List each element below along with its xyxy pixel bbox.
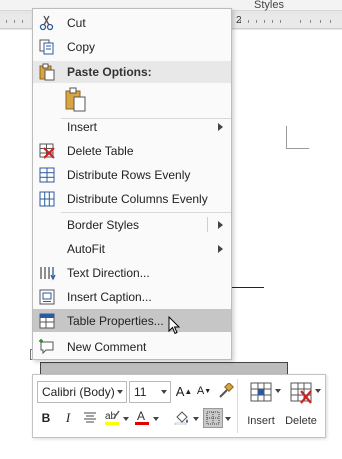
menu-item-label: Delete Table — [67, 144, 134, 158]
text-direction-icon — [38, 264, 56, 282]
menu-item-label: Cut — [67, 16, 86, 30]
submenu-arrow-icon — [218, 123, 223, 131]
menu-item-table-properties[interactable]: Table Properties... — [33, 309, 231, 332]
toolbar-separator — [237, 379, 238, 433]
distribute-columns-icon — [38, 190, 56, 208]
bold-button[interactable]: B — [37, 409, 55, 427]
menu-item-label: Insert — [67, 120, 98, 134]
delete-button[interactable]: Delete — [281, 377, 321, 435]
menu-item-insert-caption[interactable]: Insert Caption... — [33, 285, 231, 308]
paste-options-header: Paste Options: — [33, 61, 231, 83]
format-painter-icon[interactable] — [217, 382, 235, 400]
context-menu: Cut Copy Paste Options: Insert Delete Ta… — [32, 8, 232, 360]
shading-icon[interactable] — [173, 408, 191, 426]
menu-item-label: Table Properties... — [67, 314, 164, 328]
menu-item-label: Distribute Columns Evenly — [67, 192, 208, 206]
chevron-down-icon — [117, 390, 123, 394]
font-size-combo[interactable]: 11 — [129, 381, 171, 403]
paste-keep-formatting-icon[interactable] — [65, 87, 87, 113]
chevron-down-icon[interactable] — [193, 417, 199, 421]
document-line — [232, 287, 264, 288]
chevron-down-icon — [315, 389, 321, 393]
copy-icon — [38, 38, 56, 56]
chevron-down-icon — [161, 390, 167, 394]
menu-item-label: Border Styles — [67, 218, 140, 232]
new-comment-icon — [38, 338, 56, 356]
menu-item-distribute-rows[interactable]: Distribute Rows Evenly — [33, 163, 231, 186]
ruler-number: 2 — [236, 15, 242, 26]
insert-caption-icon — [38, 288, 56, 306]
delete-table-icon — [289, 381, 315, 405]
scissors-icon — [38, 14, 56, 32]
chevron-down-icon[interactable] — [153, 417, 159, 421]
menu-item-delete-table[interactable]: Delete Table — [33, 139, 231, 162]
italic-button[interactable]: I — [59, 409, 77, 427]
menu-item-label: Distribute Rows Evenly — [67, 168, 191, 182]
menu-item-new-comment[interactable]: New Comment — [33, 335, 231, 358]
insert-button[interactable]: Insert — [241, 377, 281, 435]
mini-toolbar: Calibri (Body) 11 A ▲ A ▼ B I ab A Insert — [32, 374, 326, 438]
menu-item-label: Insert Caption... — [67, 290, 152, 304]
borders-icon[interactable] — [203, 408, 223, 428]
grow-font-icon[interactable]: A ▲ — [175, 382, 193, 400]
paste-options-label: Paste Options: — [67, 65, 152, 79]
menu-item-distribute-columns[interactable]: Distribute Columns Evenly — [33, 187, 231, 210]
font-name-combo[interactable]: Calibri (Body) — [37, 381, 127, 403]
submenu-arrow-icon — [218, 221, 223, 229]
menu-item-label: AutoFit — [67, 242, 106, 256]
mouse-pointer-icon — [168, 315, 182, 336]
distribute-rows-icon — [38, 166, 56, 184]
highlight-color-icon[interactable]: ab — [103, 408, 121, 426]
clipboard-icon — [38, 63, 56, 81]
menu-item-insert[interactable]: Insert — [33, 115, 231, 138]
shrink-font-icon[interactable]: A ▼ — [195, 382, 213, 400]
margin-corner-mark — [286, 126, 309, 149]
delete-table-icon — [38, 142, 56, 160]
submenu-arrow-icon — [218, 245, 223, 253]
insert-table-icon — [249, 381, 275, 405]
font-size-value: 11 — [134, 385, 147, 399]
font-color-icon[interactable]: A — [133, 408, 151, 426]
menu-item-border-styles[interactable]: Border Styles — [33, 213, 231, 236]
insert-label: Insert — [247, 415, 275, 427]
delete-label: Delete — [285, 415, 317, 427]
menu-item-copy[interactable]: Copy — [33, 35, 231, 58]
svg-text:A: A — [137, 409, 145, 423]
styles-group-label: Styles — [254, 0, 284, 11]
menu-item-label: New Comment — [67, 340, 147, 354]
split-divider — [207, 217, 208, 232]
menu-item-autofit[interactable]: AutoFit — [33, 237, 231, 260]
menu-item-cut[interactable]: Cut — [33, 11, 231, 34]
menu-item-text-direction[interactable]: Text Direction... — [33, 261, 231, 284]
font-name-value: Calibri (Body) — [42, 385, 115, 399]
chevron-down-icon[interactable] — [123, 417, 129, 421]
menu-item-label: Text Direction... — [67, 266, 150, 280]
menu-item-label: Copy — [67, 40, 96, 54]
chevron-down-icon[interactable] — [225, 417, 231, 421]
center-align-icon[interactable] — [81, 409, 99, 427]
table-properties-icon — [38, 312, 56, 330]
